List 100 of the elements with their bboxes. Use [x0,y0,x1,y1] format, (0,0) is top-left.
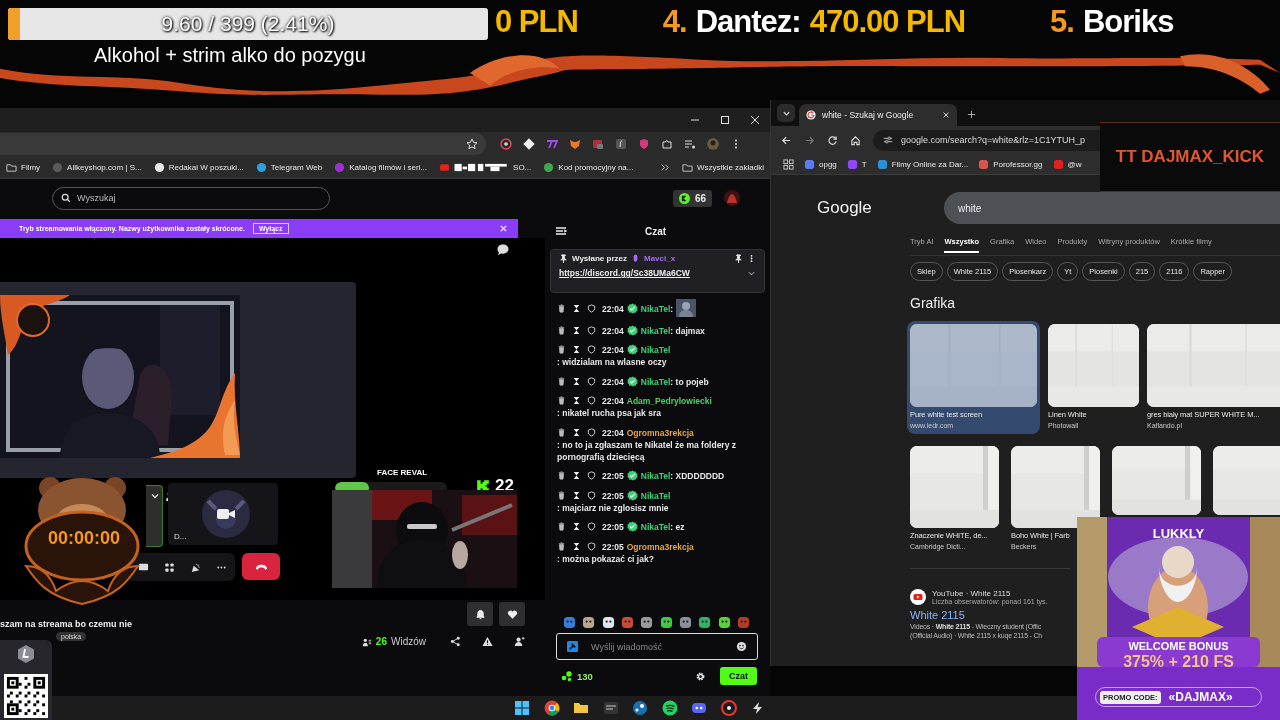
emote-icon[interactable] [659,616,673,629]
fox-icon[interactable] [569,138,581,150]
profile-avatar[interactable] [707,138,719,150]
trash-icon[interactable] [557,376,566,386]
back-icon[interactable] [781,134,792,146]
hammer-icon[interactable] [567,641,578,652]
trash-icon[interactable] [557,490,566,500]
google-logo[interactable]: Google [817,198,909,218]
chevron-down-icon[interactable] [150,491,160,501]
hourglass-icon[interactable] [572,304,581,313]
emote-icon[interactable] [678,616,692,629]
user-avatar[interactable] [724,190,740,206]
notification-button[interactable] [467,602,493,626]
extension-icon[interactable] [615,138,627,150]
media-icon[interactable] [684,138,696,150]
tab-list-button[interactable] [777,104,795,122]
trash-icon[interactable] [557,345,566,354]
bookmark[interactable]: Redakai W poszuki... [153,161,244,173]
site-settings-icon[interactable] [883,135,893,145]
shield-icon[interactable] [587,345,596,354]
browser-tab[interactable]: white - Szukaj w Google [799,104,957,126]
trash-icon[interactable] [557,541,566,551]
hourglass-icon[interactable] [572,471,581,480]
trash-icon[interactable] [557,427,566,437]
browser-icon[interactable] [543,700,560,716]
shield-icon[interactable] [587,304,596,313]
close-icon[interactable] [750,115,760,125]
star-icon[interactable] [466,138,478,150]
bookmark[interactable]: opgg [804,158,837,170]
folder-icon[interactable] [573,700,589,716]
new-tab-icon[interactable] [967,110,976,119]
hourglass-icon[interactable] [572,427,581,437]
app-icon[interactable] [632,700,648,716]
shield-icon[interactable] [587,471,596,480]
chat-username[interactable]: Mavci_x [644,254,676,263]
bookmark[interactable]: Filmy Online za Dar... [876,158,969,170]
start-button[interactable] [514,700,530,716]
bookmark[interactable]: Allkeyshop.com | S... [52,161,142,173]
trash-icon[interactable] [557,325,566,335]
chat-username[interactable]: Ogromna3rekcja [626,427,694,438]
search-field[interactable]: white [944,192,1280,224]
points-badge[interactable]: 66 [672,189,712,207]
bookmark[interactable]: Telegram Web [255,161,323,173]
bookmark[interactable]: Porofessor.gg [978,158,1043,170]
forward-icon[interactable] [804,134,815,146]
chat-username[interactable]: Adam_Pedrylowiecki [626,396,712,406]
message-input[interactable]: Wyślij wiadomość [556,633,758,660]
bookmark[interactable]: Katalog filmów i seri... [334,161,428,173]
emote-icon[interactable] [717,616,731,629]
extension-icon[interactable] [500,138,512,150]
discord-link[interactable]: https://discord.gg/Sc38UMa6CW [559,268,690,278]
close-icon[interactable] [942,111,950,119]
send-button[interactable]: Czat [720,667,757,685]
maximize-icon[interactable] [720,115,730,125]
emote-icon[interactable] [582,616,596,629]
shield-icon[interactable] [587,427,596,437]
participant-tile[interactable] [146,485,163,547]
shield-icon[interactable] [587,522,596,531]
add-user-icon[interactable] [514,636,525,647]
extension-icon[interactable] [523,138,535,150]
follow-button[interactable] [499,602,525,626]
trash-icon[interactable] [557,522,566,531]
chat-username[interactable]: NikaTel [640,345,671,355]
grid-icon[interactable] [164,561,175,573]
trash-icon[interactable] [557,471,566,480]
hang-up-button[interactable] [242,553,280,580]
chat-username[interactable]: NikaTel [640,490,671,501]
bookmark[interactable]: SO... [439,161,532,173]
bookmark[interactable]: T [846,158,867,170]
music-app-icon[interactable] [661,700,678,716]
emote-icon[interactable] [698,616,712,629]
chat-app-icon[interactable] [691,700,707,716]
bookmark[interactable]: Wszystkie zakładki [681,161,764,173]
hourglass-icon[interactable] [572,522,581,531]
activity-icon[interactable] [190,561,201,573]
trash-icon[interactable] [557,396,566,405]
emoji-icon[interactable] [736,641,747,652]
participant-tile[interactable]: D... [168,483,278,545]
share-icon[interactable] [450,636,461,647]
chat-username[interactable]: Ogromna3rekcja [626,541,694,552]
home-icon[interactable] [850,134,861,146]
app-icon[interactable] [720,700,737,716]
bookmark[interactable]: Filmy [6,161,41,173]
puzzle-icon[interactable] [661,138,673,150]
collapse-icon[interactable] [555,225,567,237]
pin-icon[interactable] [734,254,743,263]
bookmark[interactable]: Kod promocyjny na... [543,161,634,173]
hourglass-icon[interactable] [572,396,581,405]
warning-icon[interactable] [482,636,493,647]
search-field[interactable]: Wyszukaj [52,186,330,210]
result-link[interactable]: White 2115 [910,609,965,621]
hourglass-icon[interactable] [572,345,581,354]
emote-icon[interactable] [601,616,615,629]
apps-icon[interactable] [783,158,794,170]
bookmark[interactable]: @w [1052,158,1082,170]
trash-icon[interactable] [557,304,566,313]
shield-icon[interactable] [587,396,596,405]
emote-icon[interactable] [640,616,654,629]
reload-icon[interactable] [827,134,838,146]
settings-icon[interactable] [695,670,706,682]
